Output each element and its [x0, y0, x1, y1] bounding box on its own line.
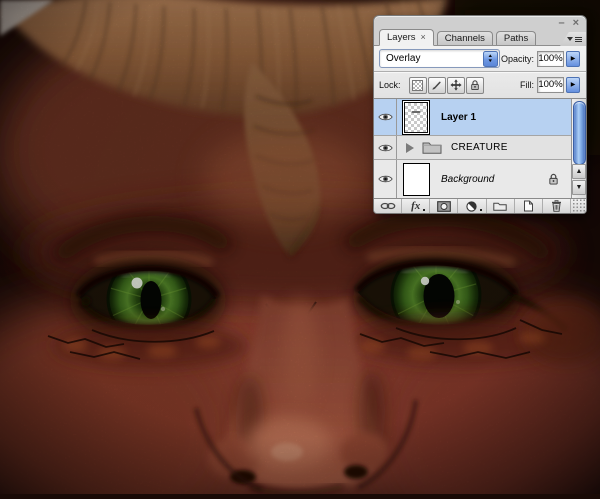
layer-content-mark [411, 110, 421, 113]
opacity-label: Opacity: [500, 53, 534, 64]
eye-icon [377, 175, 393, 183]
minimize-button[interactable]: – [558, 18, 564, 29]
background-layer-name[interactable]: Background [441, 174, 494, 185]
new-layer-button[interactable] [515, 199, 543, 213]
layer-name[interactable]: Layer 1 [441, 112, 476, 123]
lock-pixels-button[interactable] [427, 76, 446, 94]
link-layers-button[interactable] [374, 199, 403, 213]
visibility-toggle[interactable] [374, 99, 397, 135]
group-folder[interactable] [422, 141, 442, 154]
paintbrush-icon [432, 81, 441, 90]
move-icon [449, 79, 462, 91]
menu-lines-icon [575, 36, 582, 42]
close-button[interactable]: × [573, 18, 579, 29]
tab-channels-label: Channels [444, 33, 485, 44]
layer-row-background[interactable]: Background [374, 160, 571, 198]
lock-label: Lock: [379, 80, 401, 90]
flyout-dot-icon [479, 209, 482, 211]
scroll-up-button[interactable]: ▲ [572, 164, 586, 179]
fx-icon: fx [411, 200, 421, 212]
panel-menu-button[interactable] [560, 32, 586, 46]
folder-icon [422, 142, 442, 154]
eye-icon [377, 113, 393, 121]
background-thumbnail[interactable] [403, 162, 430, 196]
flyout-dot-icon [423, 209, 426, 211]
layer-styles-button[interactable]: fx [402, 199, 431, 213]
tab-layers[interactable]: Layers × [379, 29, 434, 46]
layers-panel: – × Layers × Channels Paths Overlay ▲ ▼ O… [373, 15, 587, 214]
eye-icon [377, 144, 393, 151]
delete-layer-button[interactable] [543, 199, 571, 213]
layers-list: Layer 1 CREATURE Background ▲ ▼ [374, 98, 586, 198]
new-adjustment-layer-button[interactable] [458, 199, 487, 213]
opacity-field[interactable]: 100% [537, 50, 564, 67]
scroll-down-button[interactable]: ▼ [572, 180, 586, 195]
padlock-icon [470, 80, 479, 90]
chain-link-icon [380, 202, 395, 210]
background-lock [548, 173, 559, 185]
trash-icon [551, 200, 561, 212]
adjustment-layer-icon [466, 200, 478, 212]
lock-position-button[interactable] [446, 76, 465, 94]
transparency-checker-icon [412, 79, 424, 91]
panel-tabstrip: Layers × Channels Paths [374, 29, 586, 46]
divider [374, 71, 586, 73]
lock-transparency-button[interactable] [408, 76, 427, 94]
new-layer-icon [523, 200, 533, 212]
visibility-toggle[interactable] [374, 136, 397, 159]
tab-close-icon[interactable]: × [421, 31, 426, 44]
tab-layers-label: Layers [387, 32, 416, 43]
blend-mode-select[interactable]: Overlay ▲ ▼ [379, 49, 500, 68]
transparency-thumbnail [404, 101, 428, 133]
visibility-toggle[interactable] [374, 160, 397, 198]
fill-slider-button[interactable]: ▶ [566, 77, 580, 93]
layer-row-creature-group[interactable]: CREATURE [374, 136, 571, 160]
lock-all-button[interactable] [465, 76, 484, 94]
scrollbar[interactable]: ▲ ▼ [571, 99, 586, 198]
flyout-triangle-icon [567, 37, 573, 41]
fill-field[interactable]: 100% [537, 77, 564, 93]
opacity-slider-button[interactable]: ▶ [566, 50, 580, 67]
panel-titlebar[interactable]: – × [374, 16, 586, 29]
tab-paths-label: Paths [503, 33, 529, 44]
layer-row-layer1[interactable]: Layer 1 [374, 99, 571, 136]
layer-thumbnail[interactable] [402, 99, 430, 135]
layer-mask-icon [436, 200, 451, 212]
blend-mode-value: Overlay [386, 53, 421, 64]
group-name[interactable]: CREATURE [451, 142, 508, 153]
new-group-folder-icon [493, 202, 507, 211]
padlock-icon [549, 173, 558, 185]
tab-channels[interactable]: Channels [436, 31, 493, 45]
blend-stepper-icon[interactable]: ▲ ▼ [483, 50, 498, 67]
fill-label: Fill: [520, 80, 534, 90]
add-layer-mask-button[interactable] [430, 199, 459, 213]
tab-paths[interactable]: Paths [495, 31, 537, 45]
expand-triangle-icon[interactable] [406, 142, 414, 153]
panel-toolbar: fx [374, 198, 586, 213]
new-group-button[interactable] [487, 199, 515, 213]
resize-grip[interactable] [570, 199, 586, 213]
panel-controls: Overlay ▲ ▼ Opacity: 100% ▶ Lock: Fill: … [374, 46, 586, 98]
scrollbar-thumb[interactable] [573, 101, 586, 165]
